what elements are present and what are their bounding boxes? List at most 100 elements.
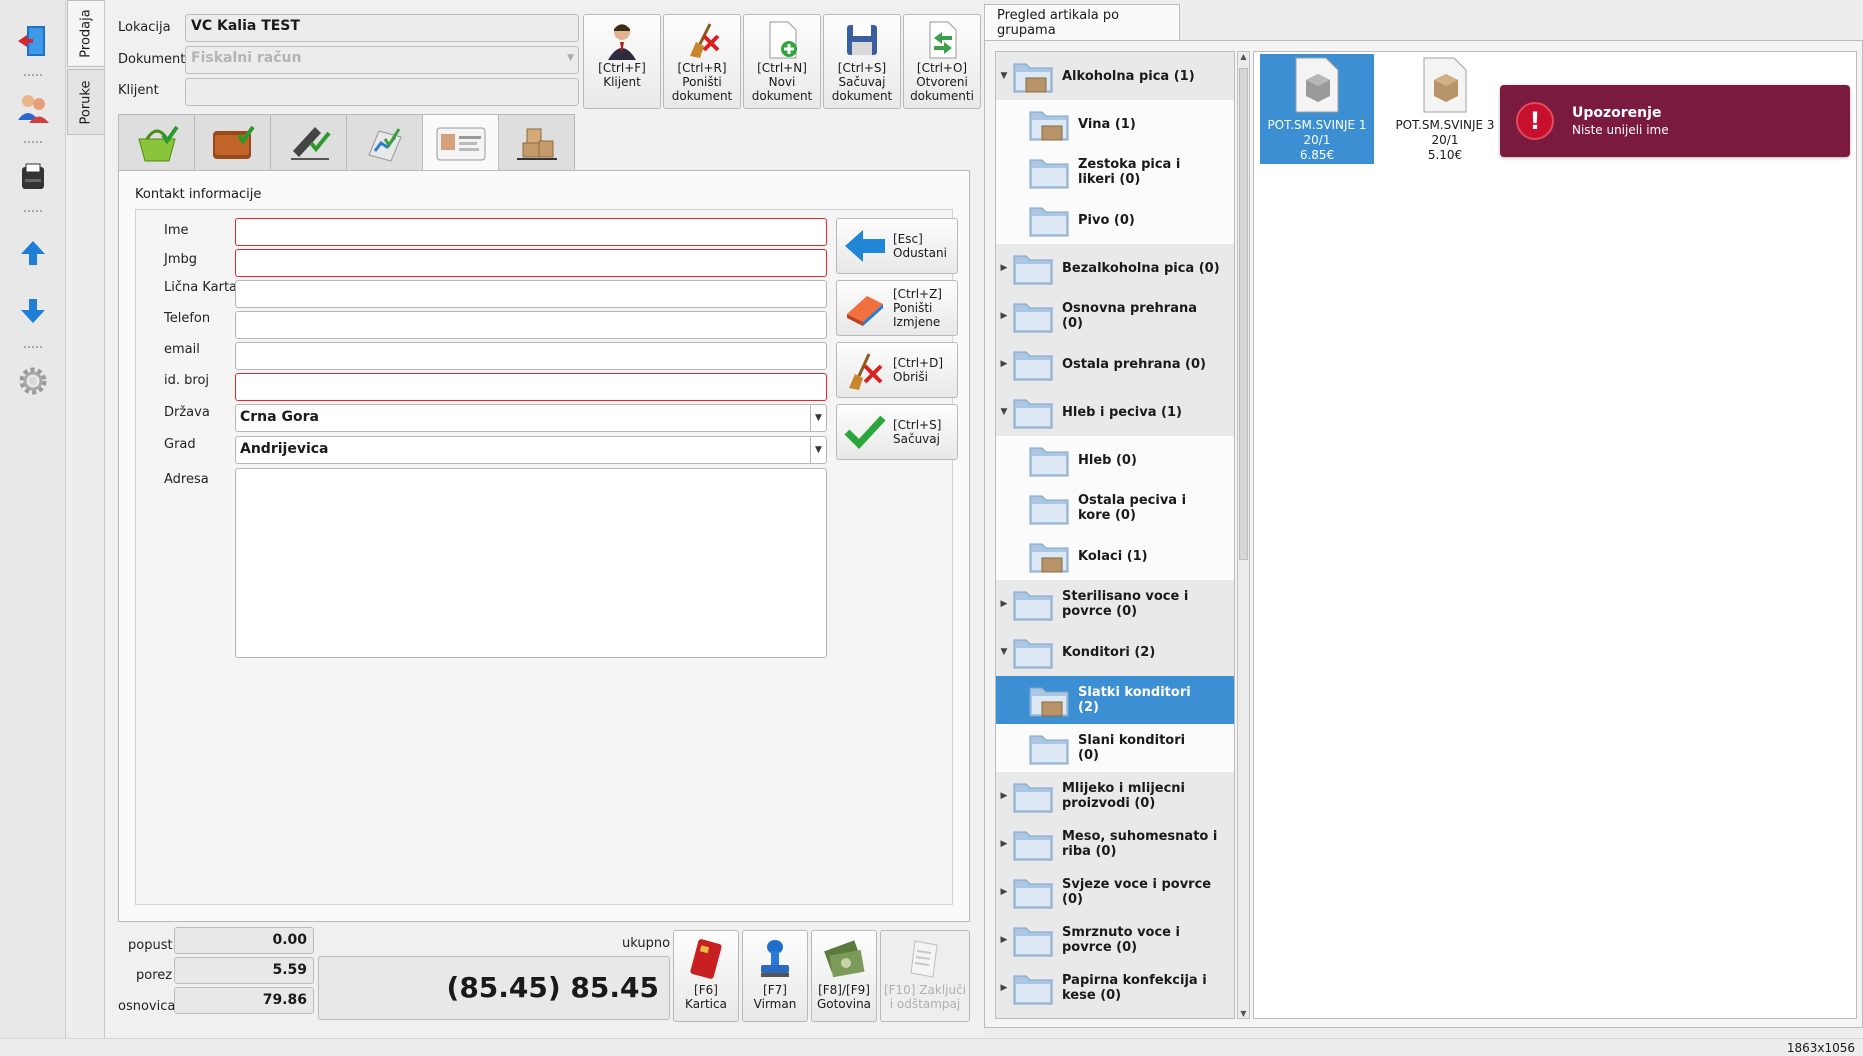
tree-item[interactable]: Zestoka pica i likeri (0) xyxy=(996,148,1234,196)
ponisti-dokument-button[interactable]: [Ctrl+R] Poništi dokument xyxy=(663,14,741,109)
grad-select[interactable]: Andrijevica ▼ xyxy=(235,436,827,464)
licna-karta-input[interactable] xyxy=(235,280,827,308)
adresa-textarea[interactable] xyxy=(235,468,827,658)
broom-delete-icon xyxy=(690,23,720,58)
open-documents-icon xyxy=(929,21,957,59)
tab-pregled-artikala[interactable]: Pregled artikala po grupama xyxy=(984,4,1180,40)
tab-wallet[interactable] xyxy=(194,114,271,170)
tree-item[interactable]: Slani konditori (0) xyxy=(996,724,1234,772)
exit-door-icon[interactable] xyxy=(12,20,54,62)
ponisti-izmjene-button[interactable]: [Ctrl+Z] Poništi Izmjene xyxy=(836,280,958,336)
popust-label: popust xyxy=(128,938,173,953)
expand-open-icon[interactable]: ▼ xyxy=(996,645,1012,660)
ukupno-label: ukupno xyxy=(622,936,671,951)
tree-item-label: Zestoka pica i likeri (0) xyxy=(1078,157,1181,187)
expand-closed-icon[interactable]: ▶ xyxy=(996,357,1012,372)
tree-item[interactable]: ▶ Sterilisano voce i povrce (0) xyxy=(996,580,1234,628)
osnovica-value: 79.86 xyxy=(174,987,314,1014)
tree-item[interactable]: ▶ Osnovna prehrana (0) xyxy=(996,292,1234,340)
tree-item[interactable]: ▶Proizvodi za xyxy=(996,1012,1234,1018)
tree-item-label: Osnovna prehrana (0) xyxy=(1062,301,1198,331)
arrow-up-icon[interactable] xyxy=(12,232,54,274)
folder-icon xyxy=(1029,111,1069,141)
obrisi-button[interactable]: [Ctrl+D] Obriši xyxy=(836,342,958,398)
expand-open-icon[interactable]: ▼ xyxy=(996,405,1012,420)
expand-closed-icon[interactable]: ▶ xyxy=(996,309,1012,324)
chevron-down-icon: ▼ xyxy=(567,53,574,63)
expand-closed-icon[interactable]: ▶ xyxy=(996,981,1012,996)
tab-poruke[interactable]: Poruke xyxy=(67,69,105,135)
sacuvaj-dokument-button[interactable]: [Ctrl+S] Sačuvaj dokument xyxy=(823,14,901,109)
arrow-down-icon[interactable] xyxy=(12,290,54,332)
drzava-select[interactable]: Crna Gora ▼ xyxy=(235,404,827,432)
tree-item[interactable]: ▶ Papirna konfekcija i kese (0) xyxy=(996,964,1234,1012)
expand-closed-icon[interactable]: ▶ xyxy=(996,837,1012,852)
tab-contact-card[interactable] xyxy=(422,114,499,172)
jmbg-input[interactable] xyxy=(235,249,827,277)
left-toolbar xyxy=(0,0,66,1038)
virman-button[interactable]: [F7] Virman xyxy=(742,930,808,1022)
tree-item[interactable]: ▶ Smrznuto voce i povrce (0) xyxy=(996,916,1234,964)
tree-item[interactable]: ▶ Mlijeko i mlijecni proizvodi (0) xyxy=(996,772,1234,820)
tree-item[interactable]: ▼ Konditori (2) xyxy=(996,628,1234,676)
tree-item-label: Svjeze voce i povrce (0) xyxy=(1062,877,1212,907)
expand-closed-icon[interactable]: ▶ xyxy=(996,933,1012,948)
tree-item-label: Bezalkoholna pica (0) xyxy=(1062,260,1220,276)
article-item[interactable]: POT.SM.SVINJE 1 20/1 6.85€ xyxy=(1260,54,1374,164)
tree-scrollbar[interactable]: ▲ ▼ xyxy=(1237,51,1250,1019)
otvoreni-dokumenti-button[interactable]: [Ctrl+O] Otvoreni dokumenti xyxy=(903,14,981,109)
gotovina-button[interactable]: [F8]/[F9] Gotovina xyxy=(811,930,877,1022)
telefon-input[interactable] xyxy=(235,311,827,339)
odustani-button[interactable]: [Esc] Odustani xyxy=(836,218,958,274)
users-icon[interactable] xyxy=(12,87,54,129)
tab-prodaja[interactable]: Prodaja xyxy=(67,0,105,67)
scroll-up-arrow-icon[interactable]: ▲ xyxy=(1239,52,1248,61)
expand-closed-icon[interactable]: ▶ xyxy=(996,885,1012,900)
expand-open-icon[interactable]: ▼ xyxy=(996,69,1012,84)
tree-item-label: Papirna konfekcija i kese (0) xyxy=(1062,973,1207,1003)
tree-item-label: Sterilisano voce i povrce (0) xyxy=(1062,589,1189,619)
ime-input[interactable] xyxy=(235,218,827,246)
email-input[interactable] xyxy=(235,342,827,370)
tree-item[interactable]: ▼ Alkoholna pica (1) xyxy=(996,52,1234,100)
folder-icon xyxy=(1013,783,1053,813)
expand-closed-icon[interactable]: ▶ xyxy=(996,789,1012,804)
tree-item-label: Konditori (2) xyxy=(1062,644,1156,660)
error-exclamation-icon: ! xyxy=(1516,102,1554,140)
settings-gear-icon[interactable] xyxy=(12,360,54,402)
tree-item[interactable]: Kolaci (1) xyxy=(996,532,1234,580)
expand-closed-icon[interactable]: ▶ xyxy=(996,597,1012,612)
tree-item[interactable]: ▶ Svjeze voce i povrce (0) xyxy=(996,868,1234,916)
article-grid: POT.SM.SVINJE 1 20/1 6.85€ POT.SM.SVINJE… xyxy=(1253,51,1857,1019)
zakljuci-odstampaj-button[interactable]: [F10] Zaključi i odštampaj xyxy=(880,930,970,1022)
warning-toast[interactable]: ! Upozorenje Niste unijeli ime xyxy=(1500,85,1850,157)
expand-closed-icon[interactable]: ▶ xyxy=(996,261,1012,276)
tree-item[interactable]: Pivo (0) xyxy=(996,196,1234,244)
tab-basket[interactable] xyxy=(118,114,195,170)
tree-item[interactable]: ▶ Meso, suhomesnato i riba (0) xyxy=(996,820,1234,868)
klijent-button[interactable]: [Ctrl+F] Klijent xyxy=(583,14,661,109)
tab-report[interactable] xyxy=(346,114,423,170)
dokument-select[interactable]: Fiskalni račun ▼ xyxy=(185,46,579,74)
telefon-label: Telefon xyxy=(164,311,211,326)
sacuvaj-button[interactable]: [Ctrl+S] Sačuvaj xyxy=(836,404,958,460)
new-document-icon xyxy=(769,21,797,59)
tree-item[interactable]: ▶ Bezalkoholna pica (0) xyxy=(996,244,1234,292)
status-bar: 1863x1056 xyxy=(0,1038,1863,1056)
tree-item[interactable]: ▼ Hleb i peciva (1) xyxy=(996,388,1234,436)
tree-item[interactable]: Hleb (0) xyxy=(996,436,1234,484)
tree-item[interactable]: Slatki konditori (2) xyxy=(996,676,1234,724)
tree-item[interactable]: Ostala peciva i kore (0) xyxy=(996,484,1234,532)
novi-dokument-button[interactable]: [Ctrl+N] Novi dokument xyxy=(743,14,821,109)
folder-icon xyxy=(1029,207,1069,237)
tree-item[interactable]: ▶ Ostala prehrana (0) xyxy=(996,340,1234,388)
id-broj-input[interactable] xyxy=(235,373,827,401)
scroll-down-arrow-icon[interactable]: ▼ xyxy=(1239,1009,1248,1018)
kartica-button[interactable]: [F6] Kartica xyxy=(673,930,739,1022)
article-item[interactable]: POT.SM.SVINJE 3 20/1 5.10€ xyxy=(1388,54,1502,164)
pos-printer-icon[interactable] xyxy=(12,156,54,198)
tree-item[interactable]: Vina (1) xyxy=(996,100,1234,148)
tab-sign[interactable] xyxy=(270,114,347,170)
tab-delivery[interactable] xyxy=(498,114,575,170)
scrollbar-thumb[interactable] xyxy=(1239,68,1248,560)
